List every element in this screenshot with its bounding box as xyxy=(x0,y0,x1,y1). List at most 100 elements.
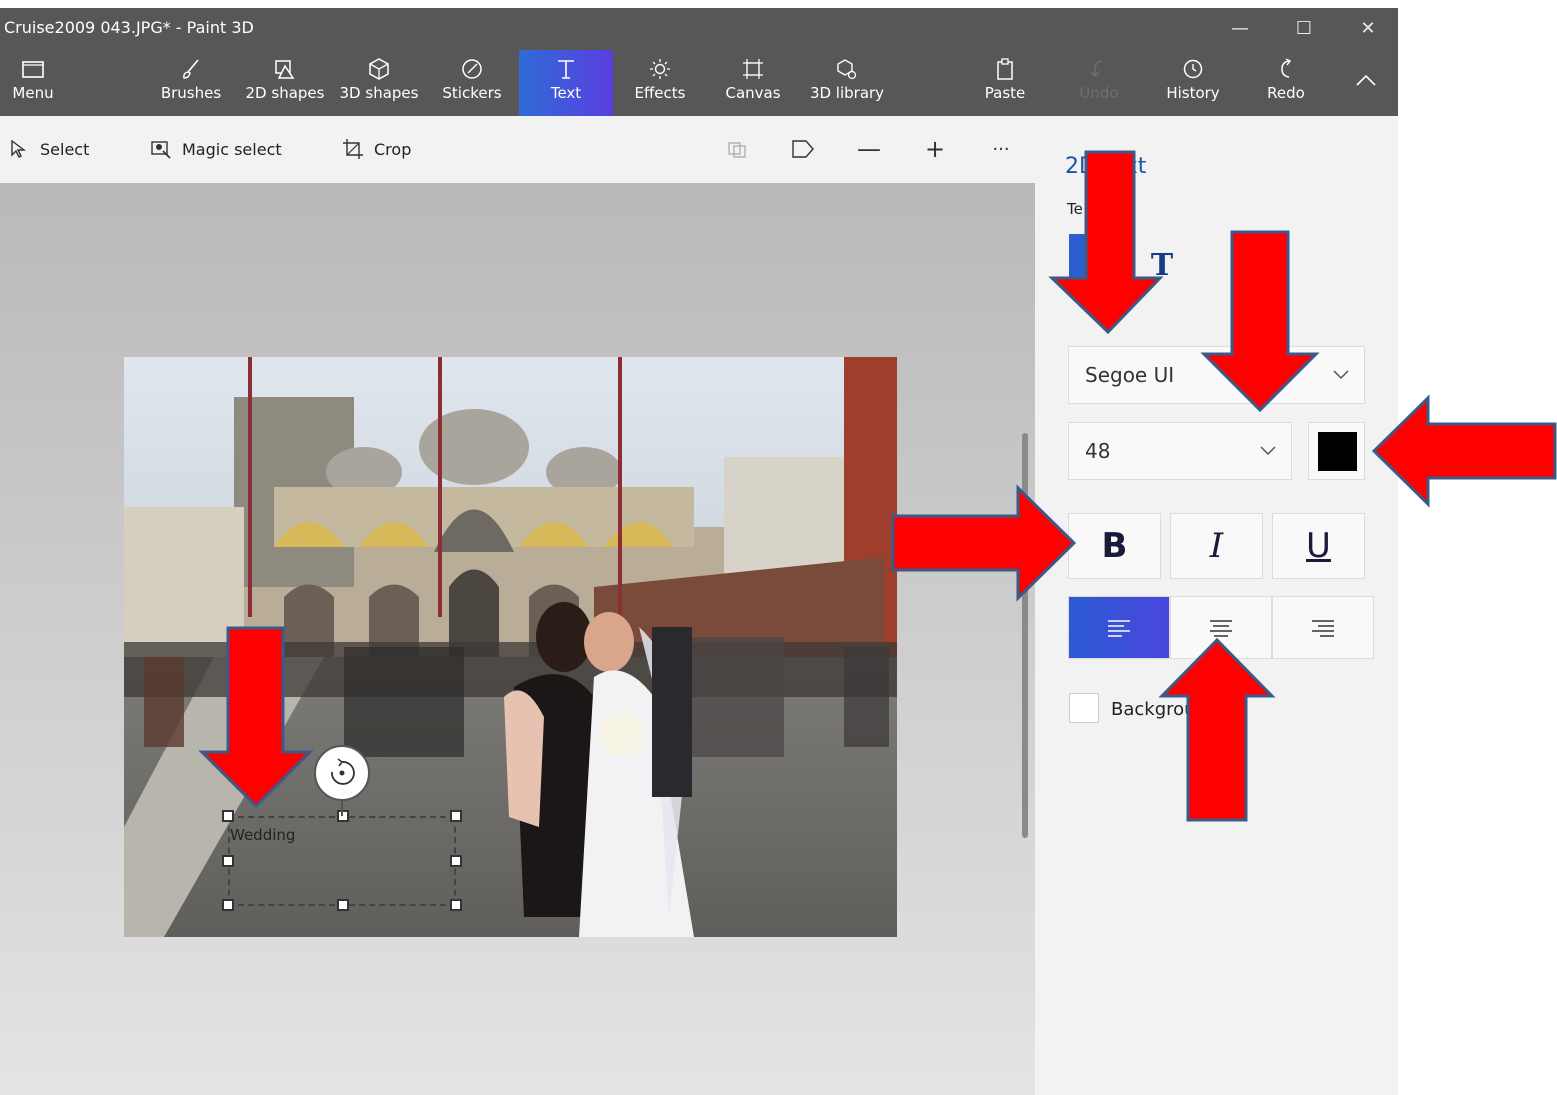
redo-icon xyxy=(1258,50,1314,80)
text-color-swatch xyxy=(1318,432,1357,471)
menu-button[interactable]: Menu xyxy=(0,50,66,116)
shapes-2d-icon xyxy=(242,50,328,80)
magic-select-label: Magic select xyxy=(182,139,282,159)
rotate-icon xyxy=(331,758,355,785)
text-3d-style-icon[interactable]: T xyxy=(1131,234,1193,296)
folder-icon xyxy=(0,50,66,80)
italic-button[interactable]: I xyxy=(1170,513,1263,579)
resize-handle-top-left[interactable] xyxy=(222,810,234,822)
ribbon: Menu Brushes 2D shapes 3D shapes Sticker… xyxy=(0,50,1398,116)
resize-handle-right[interactable] xyxy=(450,855,462,867)
text-label: Text xyxy=(550,84,582,102)
background-fill-label: Background fill xyxy=(1111,699,1246,720)
clipboard-icon xyxy=(976,50,1034,80)
canvas-workspace[interactable] xyxy=(0,183,1035,1095)
canvas-button[interactable]: Canvas xyxy=(720,50,786,116)
more-options-button[interactable]: ··· xyxy=(986,134,1016,164)
paste-label: Paste xyxy=(984,84,1026,102)
text-color-picker[interactable] xyxy=(1308,422,1365,480)
align-left-button[interactable] xyxy=(1068,596,1170,659)
brushes-label: Brushes xyxy=(160,84,222,102)
shapes2d-button[interactable]: 2D shapes xyxy=(242,50,328,116)
zoom-in-button[interactable]: + xyxy=(920,134,950,164)
select-button[interactable]: Select xyxy=(8,136,89,162)
crop-icon xyxy=(343,139,363,159)
crop-button[interactable]: Crop xyxy=(342,136,411,162)
stickers-label: Stickers xyxy=(442,84,502,102)
bold-button[interactable]: B xyxy=(1068,513,1161,579)
vertical-scrollbar[interactable] xyxy=(1022,433,1028,838)
text-2d-style-button[interactable] xyxy=(1069,234,1131,296)
redo-button[interactable]: Redo xyxy=(1258,50,1314,116)
text-type-label: Te xyxy=(1067,200,1083,218)
cube-icon xyxy=(336,50,422,80)
effects-button[interactable]: Effects xyxy=(626,50,694,116)
selection-toolbar: Select Magic select Crop — + ··· xyxy=(0,116,1035,183)
underline-button[interactable]: U xyxy=(1272,513,1365,579)
paste-button[interactable]: Paste xyxy=(976,50,1034,116)
magic-select-button[interactable]: Magic select xyxy=(150,136,282,162)
resize-handle-bottom[interactable] xyxy=(337,899,349,911)
sun-effects-icon xyxy=(626,50,694,80)
history-label: History xyxy=(1166,84,1220,102)
select-label: Select xyxy=(40,139,90,159)
title-bar: Cruise2009 043.JPG* - Paint 3D — ☐ ✕ xyxy=(0,8,1398,50)
resize-handle-bottom-left[interactable] xyxy=(222,899,234,911)
text-tool-button[interactable]: Text xyxy=(519,50,613,116)
shapes2d-label: 2D shapes xyxy=(245,84,325,102)
brushes-button[interactable]: Brushes xyxy=(156,50,226,116)
font-size-value: 48 xyxy=(1085,439,1111,463)
text-properties-panel: 2D text Te T Segoe UI 48 B I U Backgroun… xyxy=(1035,116,1398,1095)
text-box-selection[interactable]: Wedding xyxy=(228,816,456,906)
sticker-icon xyxy=(438,50,506,80)
align-right-icon xyxy=(1312,619,1334,637)
resize-handle-top-right[interactable] xyxy=(450,810,462,822)
chevron-down-icon xyxy=(1260,446,1276,456)
zoom-out-button[interactable]: — xyxy=(854,134,884,164)
undo-icon xyxy=(1072,50,1126,80)
undo-button[interactable]: Undo xyxy=(1072,50,1126,116)
align-center-button[interactable] xyxy=(1170,596,1272,659)
library3d-label: 3D library xyxy=(809,84,885,102)
stickers-button[interactable]: Stickers xyxy=(438,50,506,116)
sticker-shape-icon[interactable] xyxy=(788,134,818,164)
close-button[interactable]: ✕ xyxy=(1346,14,1390,44)
paint3d-window: Cruise2009 043.JPG* - Paint 3D — ☐ ✕ Men… xyxy=(0,8,1398,1095)
effects-label: Effects xyxy=(634,84,686,102)
cursor-icon xyxy=(11,139,27,158)
font-size-dropdown[interactable]: 48 xyxy=(1068,422,1292,480)
history-button[interactable]: History xyxy=(1160,50,1226,116)
collapse-ribbon-button[interactable] xyxy=(1340,50,1392,116)
screenshot-top-margin xyxy=(0,0,1557,8)
minimize-button[interactable]: — xyxy=(1218,14,1262,44)
maximize-button[interactable]: ☐ xyxy=(1282,14,1326,44)
resize-handle-top[interactable] xyxy=(337,810,349,822)
text-t-icon xyxy=(519,50,613,80)
align-center-icon xyxy=(1210,619,1232,637)
background-fill-checkbox[interactable] xyxy=(1069,693,1099,723)
font-family-dropdown[interactable]: Segoe UI xyxy=(1068,346,1365,404)
canvas-icon xyxy=(720,50,786,80)
chevron-down-icon xyxy=(1333,370,1349,380)
copy-layers-icon[interactable] xyxy=(722,134,752,164)
align-right-button[interactable] xyxy=(1272,596,1374,659)
crop-label: Crop xyxy=(374,139,412,159)
resize-handle-bottom-right[interactable] xyxy=(450,899,462,911)
font-family-value: Segoe UI xyxy=(1085,363,1175,387)
textbox-text[interactable]: Wedding xyxy=(230,826,295,844)
shapes3d-label: 3D shapes xyxy=(339,84,419,102)
align-left-icon xyxy=(1108,619,1130,637)
window-title: Cruise2009 043.JPG* - Paint 3D xyxy=(4,18,254,37)
magic-select-icon xyxy=(151,141,171,159)
brush-icon xyxy=(156,50,226,80)
red-arrow-left-color xyxy=(1371,394,1557,508)
canvas-label: Canvas xyxy=(725,84,781,102)
chevron-up-icon xyxy=(1340,50,1392,86)
rotate-handle[interactable] xyxy=(314,745,370,801)
library-3d-icon xyxy=(806,50,888,80)
resize-handle-left[interactable] xyxy=(222,855,234,867)
library3d-button[interactable]: 3D library xyxy=(806,50,888,116)
rotate-handle-stem xyxy=(341,800,343,816)
shapes3d-button[interactable]: 3D shapes xyxy=(336,50,422,116)
panel-title: 2D text xyxy=(1065,154,1147,179)
